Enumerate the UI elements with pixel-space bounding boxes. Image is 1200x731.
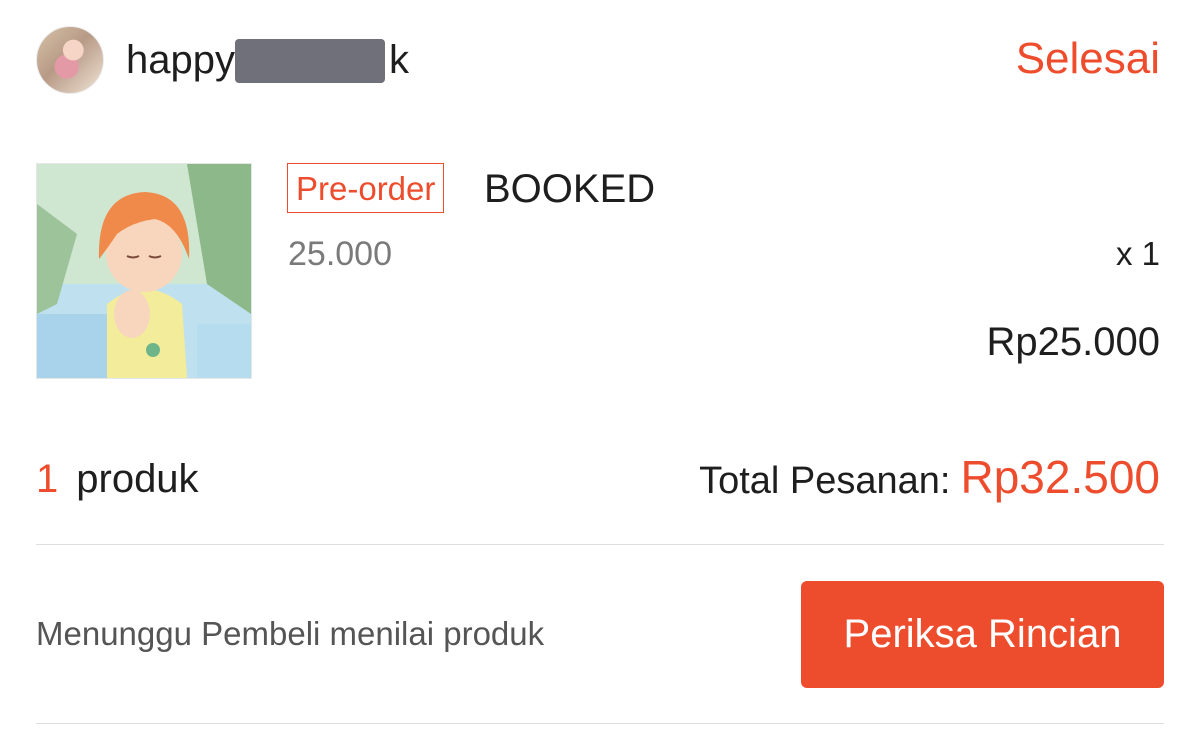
status-note: Menunggu Pembeli menilai produk xyxy=(36,615,545,652)
divider xyxy=(36,544,1164,545)
username-start: happy xyxy=(126,38,235,82)
order-status: Selesai xyxy=(1015,34,1160,83)
seller-avatar[interactable] xyxy=(36,26,104,94)
seller-username[interactable]: happy k xyxy=(126,36,409,84)
view-details-button[interactable]: Periksa Rincian xyxy=(801,581,1164,688)
item-subtotal: Rp25.000 xyxy=(986,320,1160,364)
product-thumbnail-art xyxy=(37,164,251,378)
total-label: Total Pesanan: xyxy=(699,460,951,502)
quantity: x 1 xyxy=(1115,235,1160,272)
product-count-number: 1 xyxy=(36,457,59,501)
divider xyxy=(36,723,1164,724)
product-name[interactable]: BOOKED xyxy=(484,165,655,213)
unit-price: 25.000 xyxy=(288,235,392,273)
preorder-badge: Pre-order xyxy=(287,163,445,213)
total-amount: Rp32.500 xyxy=(960,451,1161,503)
username-end: k xyxy=(388,38,409,82)
order-total: Total Pesanan: Rp32.500 xyxy=(699,450,1160,504)
product-image[interactable] xyxy=(36,163,252,379)
product-count-label: produk xyxy=(76,457,199,501)
username-redaction xyxy=(234,39,385,83)
product-count: 1 produk xyxy=(36,454,199,504)
